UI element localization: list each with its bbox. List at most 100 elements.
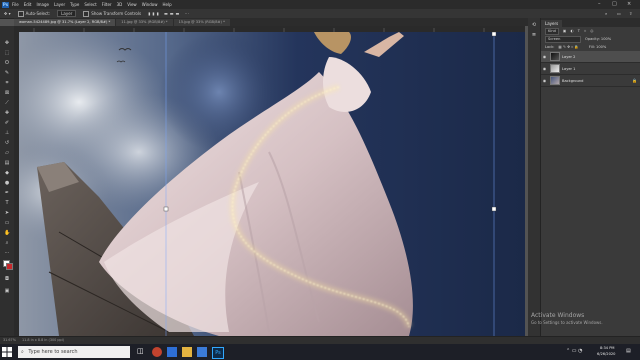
menu-file[interactable]: File [12, 2, 19, 7]
close-icon[interactable]: × [627, 1, 631, 7]
watermark-subtitle: Go to Settings to activate Windows. [531, 320, 603, 325]
lock-icons[interactable]: ▦ ✎ ✥ ⌗ 🔒 [558, 45, 579, 49]
menu-select[interactable]: Select [84, 2, 96, 7]
opacity-field[interactable]: Opacity: 100% [585, 37, 611, 41]
layer-filter-row: Kind ▣ ◐ T ⌗ ◎ [541, 27, 640, 35]
edge-icon[interactable] [167, 347, 177, 357]
crop-tool-icon[interactable]: ⌗ [4, 80, 10, 86]
show-transform-checkbox[interactable] [83, 10, 90, 17]
layer-name: Layer 1 [562, 66, 576, 71]
menu-type[interactable]: Type [70, 2, 79, 7]
search-icon: ⌕ [21, 349, 24, 355]
windows-taskbar: ⌕ Type here to search ◫ Ps ⌃ ▭ ◔ 8:34 PM… [0, 344, 640, 360]
clone-stamp-icon[interactable]: ⊥ [4, 130, 10, 136]
background-color-swatch[interactable] [6, 263, 13, 270]
blur-tool-icon[interactable]: ◆ [4, 170, 10, 176]
layers-panel: Layers Kind ▣ ◐ T ⌗ ◎ Screen Opacity: 10… [540, 18, 640, 336]
visibility-eye-icon[interactable]: ◉ [541, 54, 548, 59]
photoshop-logo: Ps [2, 1, 9, 8]
auto-select-label: Auto-Select: [25, 11, 51, 16]
history-brush-icon[interactable]: ↺ [4, 140, 10, 146]
task-view-icon[interactable]: ◫ [137, 347, 147, 357]
quick-mask-icon[interactable]: ◘ [4, 276, 10, 282]
panel-icon-strip: ⟲ ≣ [528, 18, 540, 336]
kind-filter-dropdown[interactable]: Kind [545, 27, 559, 35]
tab-15-document[interactable]: 15.jpg @ 33% (RGB/8#) * [173, 19, 230, 26]
filter-icons[interactable]: ▣ ◐ T ⌗ ◎ [563, 29, 595, 33]
healing-brush-icon[interactable]: ✚ [4, 110, 10, 116]
layer-name: Background [562, 78, 584, 83]
tab-layers[interactable]: Layers [541, 20, 563, 27]
tray-icons[interactable]: ⌃ ▭ ◔ [566, 348, 582, 354]
menu-edit[interactable]: Edit [24, 2, 32, 7]
photoshop-taskbar-icon[interactable]: Ps [212, 347, 224, 359]
tab-11-document[interactable]: 11.jpg @ 33% (RGB/8#) * [116, 19, 173, 26]
hand-tool-icon[interactable]: ✋ [4, 230, 10, 236]
document-canvas[interactable] [19, 32, 525, 336]
align-icons[interactable]: ▮▮▮ ▬▬▬ ⋯ [148, 11, 190, 16]
marquee-tool-icon[interactable]: ⬚ [4, 50, 10, 56]
search-placeholder: Type here to search [28, 349, 78, 355]
notification-icon[interactable]: ▤ [626, 348, 631, 354]
menu-help[interactable]: Help [162, 2, 171, 7]
layer-thumbnail [550, 52, 560, 61]
workspace-icon[interactable]: ▭ [617, 11, 621, 16]
tab-woman-document[interactable]: woman-5424489.jpg @ 31.7% (Layer 2, RGB/… [14, 19, 116, 26]
activate-windows-watermark: Activate Windows Go to Settings to activ… [531, 312, 603, 325]
layer-row-layer-1[interactable]: ◉ Layer 1 [541, 63, 640, 75]
auto-select-checkbox[interactable] [17, 10, 24, 17]
menu-view[interactable]: View [127, 2, 137, 7]
lock-icon: 🔒 [632, 78, 637, 83]
rectangle-tool-icon[interactable]: ▭ [4, 220, 10, 226]
watermark-title: Activate Windows [531, 312, 585, 319]
eraser-tool-icon[interactable]: ▱ [4, 150, 10, 156]
auto-select-option[interactable]: Auto-Select: [17, 10, 51, 17]
composite-artwork [19, 32, 525, 336]
visibility-eye-icon[interactable]: ◉ [541, 78, 548, 83]
menu-filter[interactable]: Filter [102, 2, 112, 7]
chrome-icon[interactable] [152, 347, 162, 357]
windows-start-icon[interactable] [2, 347, 12, 357]
blend-mode-dropdown[interactable]: Screen [545, 35, 581, 43]
move-tool-preset-icon[interactable]: ✥ ▾ [4, 11, 11, 16]
zoom-tool-icon[interactable]: ⌕ [4, 240, 10, 246]
frame-tool-icon[interactable]: ⊠ [4, 90, 10, 96]
menu-3d[interactable]: 3D [117, 2, 123, 7]
store-icon[interactable] [197, 347, 207, 357]
document-tabs: woman-5424489.jpg @ 31.7% (Layer 2, RGB/… [14, 18, 539, 26]
pen-tool-icon[interactable]: ✒ [4, 190, 10, 196]
minimize-icon[interactable]: – [598, 1, 601, 7]
menu-layer[interactable]: Layer [54, 2, 65, 7]
document-size: 11.8 in x 8.8 in (300 ppi) [22, 338, 64, 342]
taskbar-search-input[interactable]: ⌕ Type here to search [18, 346, 130, 358]
zoom-level[interactable]: 31.67% [3, 338, 16, 342]
layer-row-layer-2[interactable]: ◉ Layer 2 [541, 51, 640, 63]
dodge-tool-icon[interactable]: ● [4, 180, 10, 186]
auto-select-target-dropdown[interactable]: Layer [57, 10, 77, 17]
fill-field[interactable]: Fill: 100% [589, 45, 606, 49]
layer-row-background[interactable]: ◉ Background 🔒 [541, 75, 640, 87]
move-tool-icon[interactable]: ✥ [4, 40, 10, 46]
clock-date[interactable]: 6/26/2020 [597, 352, 615, 356]
brush-tool-icon[interactable]: ✐ [4, 120, 10, 126]
file-explorer-icon[interactable] [182, 347, 192, 357]
more-tools-icon[interactable]: ⋯ [4, 250, 10, 256]
quick-select-tool-icon[interactable]: ✎ [4, 70, 10, 76]
menu-image[interactable]: Image [36, 2, 49, 7]
properties-panel-icon[interactable]: ≣ [531, 32, 537, 38]
gradient-tool-icon[interactable]: ▤ [4, 160, 10, 166]
visibility-eye-icon[interactable]: ◉ [541, 66, 548, 71]
clock-time[interactable]: 8:34 PM [600, 346, 614, 350]
auto-select-target[interactable]: Layer [57, 10, 77, 17]
type-tool-icon[interactable]: T [4, 200, 10, 206]
history-panel-icon[interactable]: ⟲ [531, 22, 537, 28]
path-select-icon[interactable]: ➤ [4, 210, 10, 216]
lasso-tool-icon[interactable]: ʘ [4, 60, 10, 66]
search-icon[interactable]: ⌕ [605, 11, 607, 16]
menu-window[interactable]: Window [142, 2, 158, 7]
share-icon[interactable]: ⇪ [629, 11, 632, 16]
screen-mode-icon[interactable]: ▣ [4, 288, 10, 294]
show-transform-option[interactable]: Show Transform Controls [83, 10, 141, 17]
maximize-icon[interactable]: □ [612, 1, 617, 7]
eyedropper-tool-icon[interactable]: ⟋ [4, 100, 10, 106]
